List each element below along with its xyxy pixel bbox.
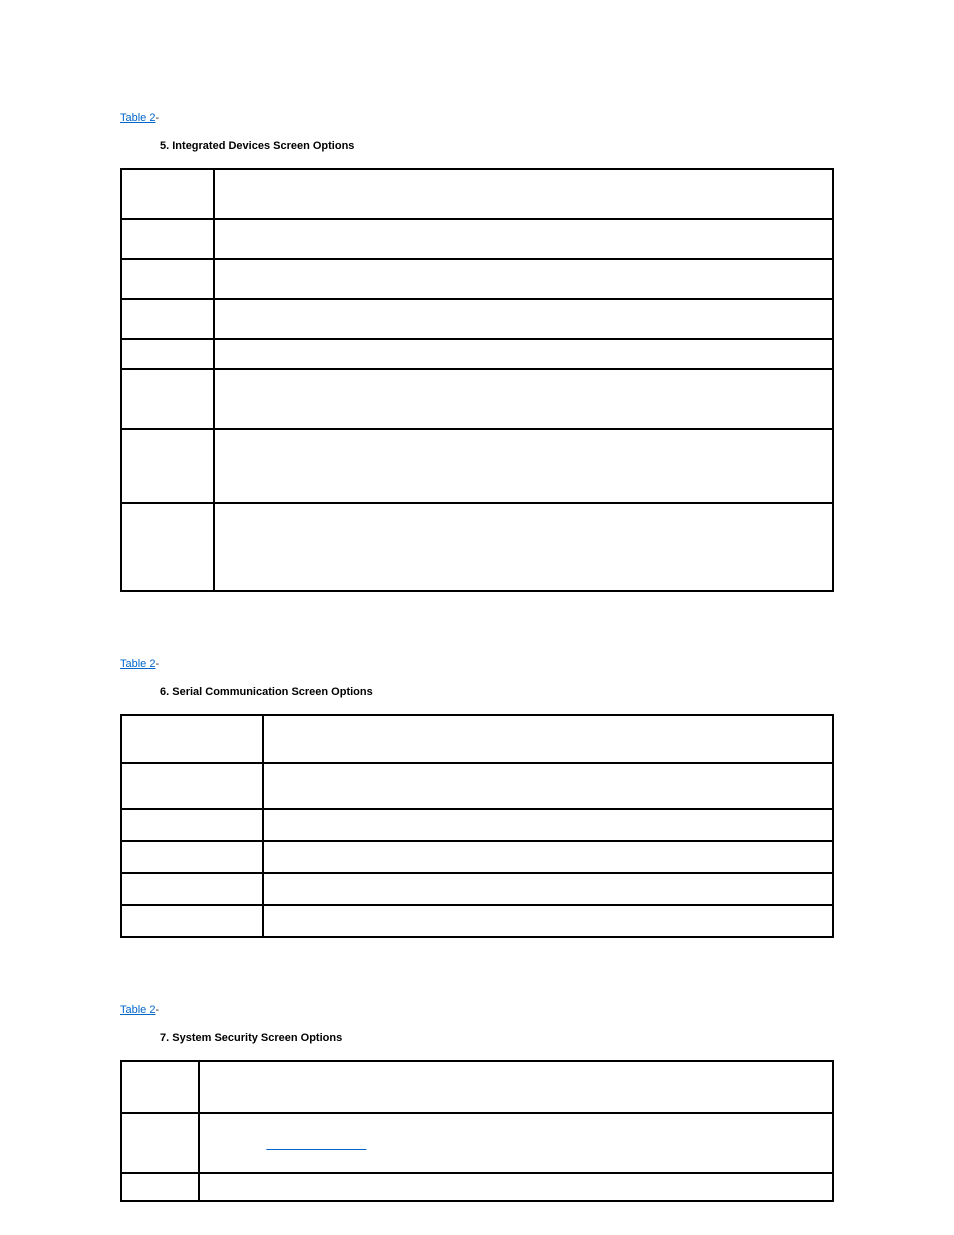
option-cell (121, 1173, 199, 1201)
table-integrated-devices (120, 168, 834, 592)
link-dash: - (155, 1004, 159, 1016)
table-row (121, 809, 833, 841)
table-serial-communication (120, 714, 834, 938)
table-row (121, 259, 833, 299)
description-cell (214, 219, 833, 259)
option-cell (121, 503, 214, 591)
title-text: Integrated Devices Screen Options (172, 140, 354, 152)
table-link-5[interactable]: Table 2 (120, 112, 155, 124)
description-cell (263, 715, 833, 763)
option-cell (121, 259, 214, 299)
document-page: Table 2- 5. Integrated Devices Screen Op… (0, 0, 954, 1235)
description-cell (214, 299, 833, 339)
table-title-7: 7. System Security Screen Options (120, 1032, 834, 1044)
table-row (121, 219, 833, 259)
table-row (121, 841, 833, 873)
option-cell (121, 873, 263, 905)
table-row (121, 1173, 833, 1201)
table-row (121, 429, 833, 503)
title-number: 5. (160, 140, 169, 152)
description-cell (263, 841, 833, 873)
description-cell (214, 339, 833, 369)
option-cell (121, 169, 214, 219)
option-cell (121, 1061, 199, 1113)
description-cell (199, 1113, 833, 1173)
description-cell (214, 369, 833, 429)
title-text: Serial Communication Screen Options (172, 686, 373, 698)
description-cell (263, 809, 833, 841)
table-row (121, 905, 833, 937)
option-cell (121, 841, 263, 873)
table-row (121, 873, 833, 905)
option-cell (121, 905, 263, 937)
table-row (121, 1061, 833, 1113)
table-link-6[interactable]: Table 2 (120, 658, 155, 670)
option-cell (121, 809, 263, 841)
option-cell (121, 1113, 199, 1173)
table-link-7[interactable]: Table 2 (120, 1004, 155, 1016)
option-cell (121, 763, 263, 809)
inline-link[interactable] (266, 1140, 366, 1151)
option-cell (121, 299, 214, 339)
option-cell (121, 715, 263, 763)
table-system-security (120, 1060, 834, 1202)
title-number: 6. (160, 686, 169, 698)
option-cell (121, 339, 214, 369)
title-number: 7. (160, 1032, 169, 1044)
link-dash: - (155, 112, 159, 124)
content-area: Table 2- 5. Integrated Devices Screen Op… (0, 0, 954, 1202)
description-cell (263, 763, 833, 809)
table-row (121, 339, 833, 369)
table-row (121, 299, 833, 339)
table-row (121, 763, 833, 809)
description-cell (214, 169, 833, 219)
description-cell (214, 503, 833, 591)
section-6: Table 2- 6. Serial Communication Screen … (120, 654, 834, 938)
description-cell (214, 429, 833, 503)
table-title-5: 5. Integrated Devices Screen Options (120, 140, 834, 152)
description-cell (263, 905, 833, 937)
table-row (121, 369, 833, 429)
description-cell (199, 1061, 833, 1113)
section-7: Table 2- 7. System Security Screen Optio… (120, 1000, 834, 1202)
table-row (121, 503, 833, 591)
table-title-6: 6. Serial Communication Screen Options (120, 686, 834, 698)
link-dash: - (155, 658, 159, 670)
description-cell (214, 259, 833, 299)
table-row (121, 169, 833, 219)
title-text: System Security Screen Options (172, 1032, 342, 1044)
table-row (121, 715, 833, 763)
table-row (121, 1113, 833, 1173)
section-5: Table 2- 5. Integrated Devices Screen Op… (120, 108, 834, 592)
option-cell (121, 429, 214, 503)
option-cell (121, 219, 214, 259)
option-cell (121, 369, 214, 429)
description-cell (199, 1173, 833, 1201)
description-cell (263, 873, 833, 905)
